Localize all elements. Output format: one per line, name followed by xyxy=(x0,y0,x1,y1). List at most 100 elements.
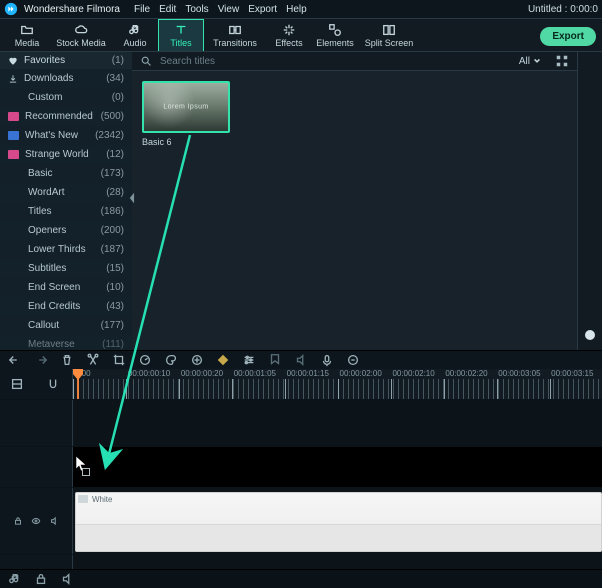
sidebar-collapse-toggle[interactable] xyxy=(128,186,136,210)
menu-file[interactable]: File xyxy=(134,4,150,15)
nav-split-screen[interactable]: Split Screen xyxy=(358,19,420,51)
track-row-video[interactable]: White xyxy=(0,487,602,554)
menu-export[interactable]: Export xyxy=(248,4,277,15)
sidebar-item-count: (12) xyxy=(106,149,124,160)
sidebar-item-count: (28) xyxy=(106,187,124,198)
sidebar-item-downloads[interactable]: Downloads (34) xyxy=(0,69,132,88)
shapes-icon xyxy=(328,23,342,37)
sidebar-item-openers[interactable]: Openers (200) xyxy=(0,221,132,240)
mute-icon[interactable] xyxy=(49,514,59,528)
keyframe-button[interactable] xyxy=(216,353,230,367)
green-screen-button[interactable] xyxy=(190,353,204,367)
search-bar: All xyxy=(132,52,577,71)
speed-button[interactable] xyxy=(138,353,152,367)
undo-button[interactable] xyxy=(8,353,22,367)
lock-icon[interactable] xyxy=(13,514,23,528)
track-head[interactable] xyxy=(0,447,73,487)
sidebar-item-end-credits[interactable]: End Credits (43) xyxy=(0,297,132,316)
track-head-video[interactable] xyxy=(0,488,73,554)
track-body-video[interactable]: White xyxy=(73,488,602,554)
mute-bottom-icon[interactable] xyxy=(60,572,74,586)
menu-help[interactable]: Help xyxy=(286,4,307,15)
sidebar-item-label: Lower Thirds xyxy=(28,244,86,255)
app-name: Wondershare Filmora xyxy=(24,4,120,15)
timeline-ruler[interactable]: 0:00 00:00:00:10 00:00:00:20 00:00:01:05… xyxy=(72,369,602,399)
nav-label: Transitions xyxy=(213,39,257,48)
thumbnails-grid[interactable]: Lorem Ipsum Basic 6 xyxy=(132,71,577,350)
clip-audio-waveform xyxy=(76,524,601,551)
nav-elements[interactable]: Elements xyxy=(312,19,358,51)
color-button[interactable] xyxy=(164,353,178,367)
sidebar-item-recommended[interactable]: Recommended (500) xyxy=(0,107,132,126)
sidebar-item-custom[interactable]: Custom (0) xyxy=(0,88,132,107)
split-button[interactable] xyxy=(86,353,100,367)
nav-label: Split Screen xyxy=(365,39,414,48)
app-logo-icon xyxy=(4,2,18,16)
menu-view[interactable]: View xyxy=(218,4,240,15)
split-icon xyxy=(382,23,396,37)
sidebar-item-count: (15) xyxy=(106,263,124,274)
sidebar-item-label: Basic xyxy=(28,168,52,179)
preview-panel-collapsed[interactable] xyxy=(577,52,602,350)
sidebar-item-callout[interactable]: Callout (177) xyxy=(0,316,132,335)
sidebar-item-basic[interactable]: Basic (173) xyxy=(0,164,132,183)
nav-audio[interactable]: Audio xyxy=(112,19,158,51)
adjust-button[interactable] xyxy=(242,353,256,367)
filter-label: All xyxy=(519,56,530,67)
thumbnail-preview: Lorem Ipsum xyxy=(142,81,230,133)
nav-stock-media[interactable]: Stock Media xyxy=(50,19,112,51)
sidebar-item-metaverse[interactable]: Metaverse (111) xyxy=(0,335,132,350)
detach-audio-button[interactable] xyxy=(294,353,308,367)
menu-tools[interactable]: Tools xyxy=(185,4,208,15)
music-track-icon[interactable] xyxy=(8,572,22,586)
title-thumbnail[interactable]: Lorem Ipsum Basic 6 xyxy=(142,81,230,147)
track-body-drop-target[interactable] xyxy=(73,447,602,487)
sidebar-item-lower-thirds[interactable]: Lower Thirds (187) xyxy=(0,240,132,259)
delete-button[interactable] xyxy=(60,353,74,367)
redo-button[interactable] xyxy=(34,353,48,367)
sidebar-item-count: (173) xyxy=(101,168,124,179)
record-voiceover-button[interactable] xyxy=(320,353,334,367)
record-indicator-icon xyxy=(585,330,595,340)
nav-label: Effects xyxy=(275,39,302,48)
nav-effects[interactable]: Effects xyxy=(266,19,312,51)
sidebar-item-label: What's New xyxy=(25,130,78,141)
eye-icon[interactable] xyxy=(31,514,41,528)
sidebar-list[interactable]: Downloads (34) Custom (0) Recommended (5… xyxy=(0,69,132,350)
track-row-empty-2[interactable] xyxy=(0,446,602,487)
sidebar-item-label: Custom xyxy=(28,92,62,103)
nav-transitions[interactable]: Transitions xyxy=(204,19,266,51)
sidebar-item-whats-new[interactable]: What's New (2342) xyxy=(0,126,132,145)
menu-edit[interactable]: Edit xyxy=(159,4,176,15)
time-label: 00:00:02:20 xyxy=(443,369,496,379)
track-head[interactable] xyxy=(0,400,73,446)
sidebar-item-subtitles[interactable]: Subtitles (15) xyxy=(0,259,132,278)
video-clip[interactable]: White xyxy=(75,492,602,552)
clip-name: White xyxy=(92,495,112,504)
mark-in-out-button[interactable] xyxy=(346,353,360,367)
add-track-button[interactable] xyxy=(10,377,26,391)
sidebar-item-count: (500) xyxy=(101,111,124,122)
sidebar-item-titles[interactable]: Titles (186) xyxy=(0,202,132,221)
sidebar-item-wordart[interactable]: WordArt (28) xyxy=(0,183,132,202)
nav-label: Audio xyxy=(123,39,146,48)
snap-button[interactable] xyxy=(46,377,62,391)
timeline-ruler-row: 0:00 00:00:00:10 00:00:00:20 00:00:01:05… xyxy=(0,369,602,399)
export-button[interactable]: Export xyxy=(540,27,596,46)
grid-view-icon[interactable] xyxy=(555,54,569,68)
timeline-tracks[interactable]: White xyxy=(0,399,602,573)
sidebar-favorites[interactable]: Favorites (1) xyxy=(0,52,132,69)
sidebar-item-strange-world[interactable]: Strange World (12) xyxy=(0,145,132,164)
search-input[interactable] xyxy=(158,55,509,68)
track-row-empty-1[interactable] xyxy=(0,399,602,446)
nav-titles[interactable]: Titles xyxy=(158,19,204,51)
track-body[interactable] xyxy=(73,400,602,446)
time-label: 00:00:01:15 xyxy=(285,369,338,379)
marker-button[interactable] xyxy=(268,353,282,367)
crop-button[interactable] xyxy=(112,353,126,367)
ruler-left-controls xyxy=(0,369,72,399)
filter-dropdown[interactable]: All xyxy=(515,56,545,67)
nav-media[interactable]: Media xyxy=(4,19,50,51)
sidebar-item-end-screen[interactable]: End Screen (10) xyxy=(0,278,132,297)
lock-bottom-icon[interactable] xyxy=(34,572,48,586)
